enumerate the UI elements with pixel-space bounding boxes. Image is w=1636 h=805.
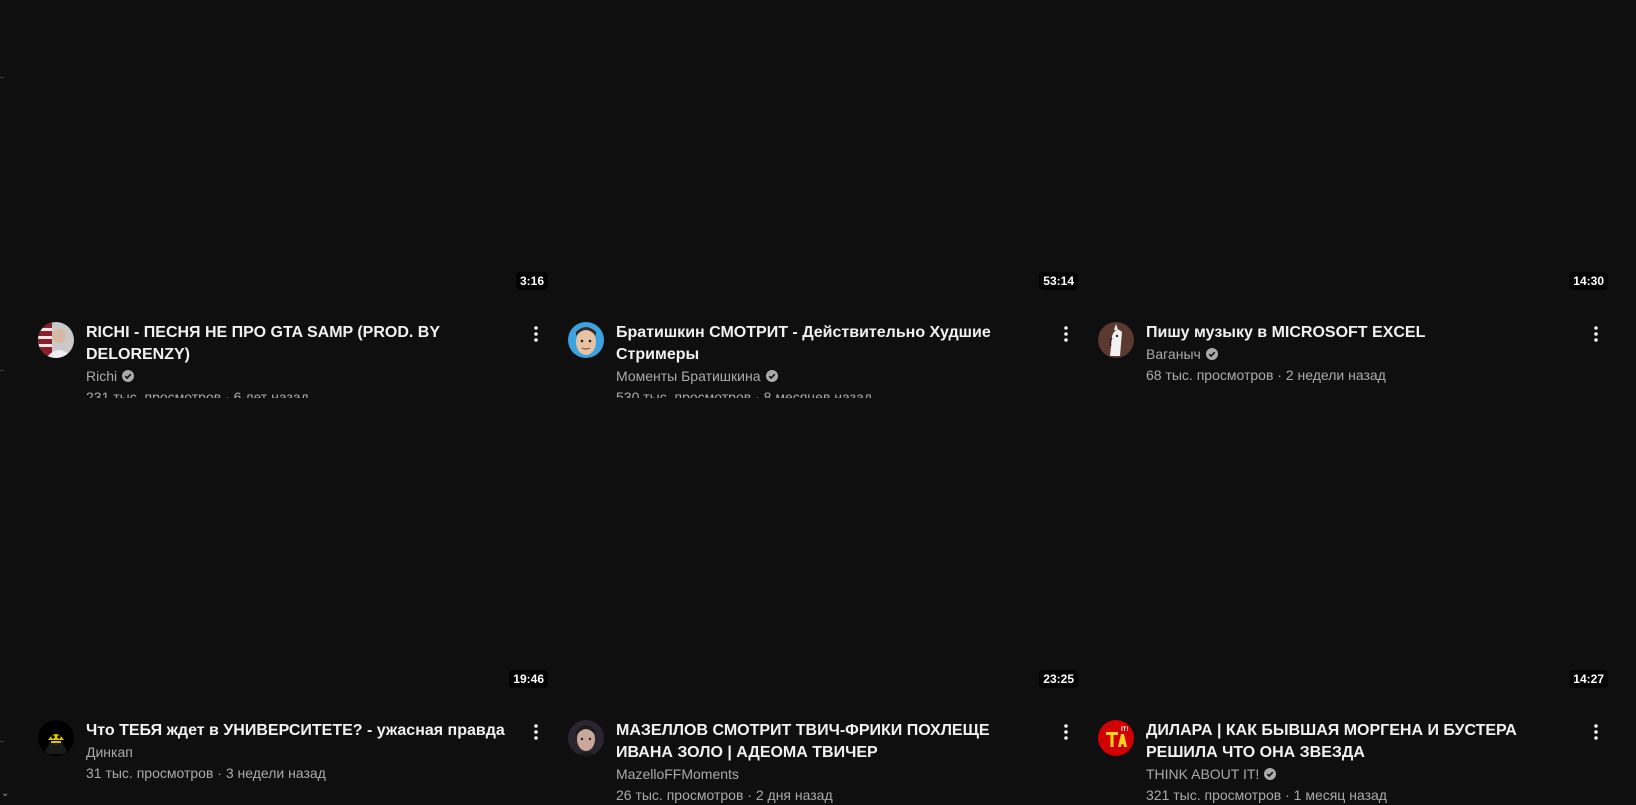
video-thumbnail[interactable]: 3:16 xyxy=(38,0,548,302)
verified-badge-icon xyxy=(765,370,778,382)
video-text: МАЗЕЛЛОВ СМОТРИТ ТВИЧ-ФРИКИ ПОХЛЕЩЕ ИВАН… xyxy=(616,720,1038,805)
edge-divider xyxy=(0,370,4,371)
channel-name-row: Моменты Братишкина xyxy=(616,366,1038,386)
channel-avatar[interactable]: IT! xyxy=(1098,720,1134,756)
video-title[interactable]: Пишу музыку в MICROSOFT EXCEL xyxy=(1146,322,1568,344)
more-vertical-icon xyxy=(534,724,538,740)
channel-name[interactable]: MazelloFFMoments xyxy=(616,764,739,784)
video-text: RICHI - ПЕСНЯ НЕ ПРО GTA SAMP (PROD. BY … xyxy=(86,322,508,408)
channel-name-row: Динкап xyxy=(86,742,508,762)
video-card[interactable]: 23:25 МАЗЕЛЛОВ СМОТРИТ ТВИЧ-ФРИКИ ПОХЛЕЩ… xyxy=(568,398,1078,803)
more-actions-button[interactable] xyxy=(524,322,548,346)
video-card[interactable]: 3:16 RICHI - ПЕСНЯ НЕ ПРО GTA SAMP (PROD… xyxy=(38,0,548,405)
separator-dot: · xyxy=(1285,787,1290,803)
more-vertical-icon xyxy=(1594,326,1598,342)
view-count: 68 тыс. просмотров xyxy=(1146,367,1274,383)
video-grid-page: ⌄ 3:16 RICHI - ПЕСНЯ НЕ ПРО GTA SAMP (PR… xyxy=(0,0,1636,805)
video-card[interactable]: 19:46 Что ТЕБЯ ждет в УНИВЕРСИТЕТЕ? - уж… xyxy=(38,398,548,796)
more-vertical-icon xyxy=(534,326,538,342)
verified-badge-icon xyxy=(1205,348,1218,360)
svg-text:IT!: IT! xyxy=(1121,727,1128,733)
view-count: 321 тыс. просмотров xyxy=(1146,787,1282,803)
duration-badge: 19:46 xyxy=(509,670,548,688)
duration-badge: 14:27 xyxy=(1569,670,1608,688)
more-actions-button[interactable] xyxy=(1584,720,1608,744)
video-thumbnail[interactable]: 23:25 xyxy=(568,398,1078,700)
video-title[interactable]: ДИЛАРА | КАК БЫВШАЯ МОРГЕНА И БУСТЕРА РЕ… xyxy=(1146,720,1568,764)
video-stats: 31 тыс. просмотров · 3 недели назад xyxy=(86,762,508,784)
channel-name[interactable]: THINK ABOUT IT! xyxy=(1146,764,1259,784)
channel-name[interactable]: Richi xyxy=(86,366,117,386)
video-stats: 321 тыс. просмотров · 1 месяц назад xyxy=(1146,784,1568,805)
video-card[interactable]: 14:27 IT! ДИЛАРА | КАК БЫВШАЯ МОРГЕНА И … xyxy=(1098,398,1608,803)
channel-name-row: Richi xyxy=(86,366,508,386)
video-text: Пишу музыку в MICROSOFT EXCEL Ваганыч 68… xyxy=(1146,322,1568,386)
duration-badge: 53:14 xyxy=(1039,272,1078,290)
channel-name-row: Ваганыч xyxy=(1146,344,1568,364)
chevron-down-icon[interactable]: ⌄ xyxy=(1,789,9,799)
view-count: 31 тыс. просмотров xyxy=(86,765,214,781)
channel-avatar[interactable] xyxy=(568,322,604,358)
publish-age: 2 недели назад xyxy=(1285,367,1386,383)
separator-dot: · xyxy=(1277,367,1282,383)
duration-badge: 23:25 xyxy=(1039,670,1078,688)
more-actions-button[interactable] xyxy=(1584,322,1608,346)
more-actions-button[interactable] xyxy=(1054,322,1078,346)
duration-badge: 14:30 xyxy=(1569,272,1608,290)
more-actions-button[interactable] xyxy=(524,720,548,744)
more-vertical-icon xyxy=(1064,724,1068,740)
more-vertical-icon xyxy=(1064,326,1068,342)
edge-divider xyxy=(0,741,4,742)
verified-badge-icon xyxy=(1264,768,1277,780)
video-thumbnail[interactable]: 19:46 xyxy=(38,398,548,700)
video-stats: 68 тыс. просмотров · 2 недели назад xyxy=(1146,364,1568,386)
duration-badge: 3:16 xyxy=(515,272,548,290)
channel-name-row: THINK ABOUT IT! xyxy=(1146,764,1568,784)
channel-avatar[interactable] xyxy=(38,720,74,756)
video-thumbnail[interactable]: 14:27 xyxy=(1098,398,1608,700)
channel-avatar[interactable] xyxy=(38,322,74,358)
more-actions-button[interactable] xyxy=(1054,720,1078,744)
video-title[interactable]: Что ТЕБЯ ждет в УНИВЕРСИТЕТЕ? - ужасная … xyxy=(86,720,508,742)
sidebar-edge: ⌄ xyxy=(0,0,9,805)
publish-age: 1 месяц назад xyxy=(1293,787,1387,803)
video-card[interactable]: 14:30 Пишу музыку в MICROSOFT EXCEL Вага… xyxy=(1098,0,1608,398)
verified-badge-icon xyxy=(122,370,135,382)
publish-age: 2 дня назад xyxy=(755,787,833,803)
video-title[interactable]: МАЗЕЛЛОВ СМОТРИТ ТВИЧ-ФРИКИ ПОХЛЕЩЕ ИВАН… xyxy=(616,720,1038,764)
channel-name[interactable]: Динкап xyxy=(86,742,133,762)
video-title[interactable]: Братишкин СМОТРИТ - Действительно Худшие… xyxy=(616,322,1038,366)
edge-divider xyxy=(0,77,4,78)
video-thumbnail[interactable]: 53:14 xyxy=(568,0,1078,302)
video-card[interactable]: 53:14 Братишкин СМОТРИТ - Действительно … xyxy=(568,0,1078,405)
more-vertical-icon xyxy=(1594,724,1598,740)
separator-dot: · xyxy=(217,765,222,781)
video-title[interactable]: RICHI - ПЕСНЯ НЕ ПРО GTA SAMP (PROD. BY … xyxy=(86,322,508,366)
channel-name-row: MazelloFFMoments xyxy=(616,764,1038,784)
video-text: Что ТЕБЯ ждет в УНИВЕРСИТЕТЕ? - ужасная … xyxy=(86,720,508,784)
video-text: Братишкин СМОТРИТ - Действительно Худшие… xyxy=(616,322,1038,408)
channel-avatar[interactable] xyxy=(568,720,604,756)
channel-name[interactable]: Ваганыч xyxy=(1146,344,1201,364)
video-thumbnail[interactable]: 14:30 xyxy=(1098,0,1608,302)
publish-age: 3 недели назад xyxy=(225,765,326,781)
separator-dot: · xyxy=(747,787,752,803)
video-text: ДИЛАРА | КАК БЫВШАЯ МОРГЕНА И БУСТЕРА РЕ… xyxy=(1146,720,1568,805)
video-grid: 3:16 RICHI - ПЕСНЯ НЕ ПРО GTA SAMP (PROD… xyxy=(38,0,1622,805)
video-stats: 26 тыс. просмотров · 2 дня назад xyxy=(616,784,1038,805)
channel-name[interactable]: Моменты Братишкина xyxy=(616,366,761,386)
channel-avatar[interactable] xyxy=(1098,322,1134,358)
view-count: 26 тыс. просмотров xyxy=(616,787,744,803)
